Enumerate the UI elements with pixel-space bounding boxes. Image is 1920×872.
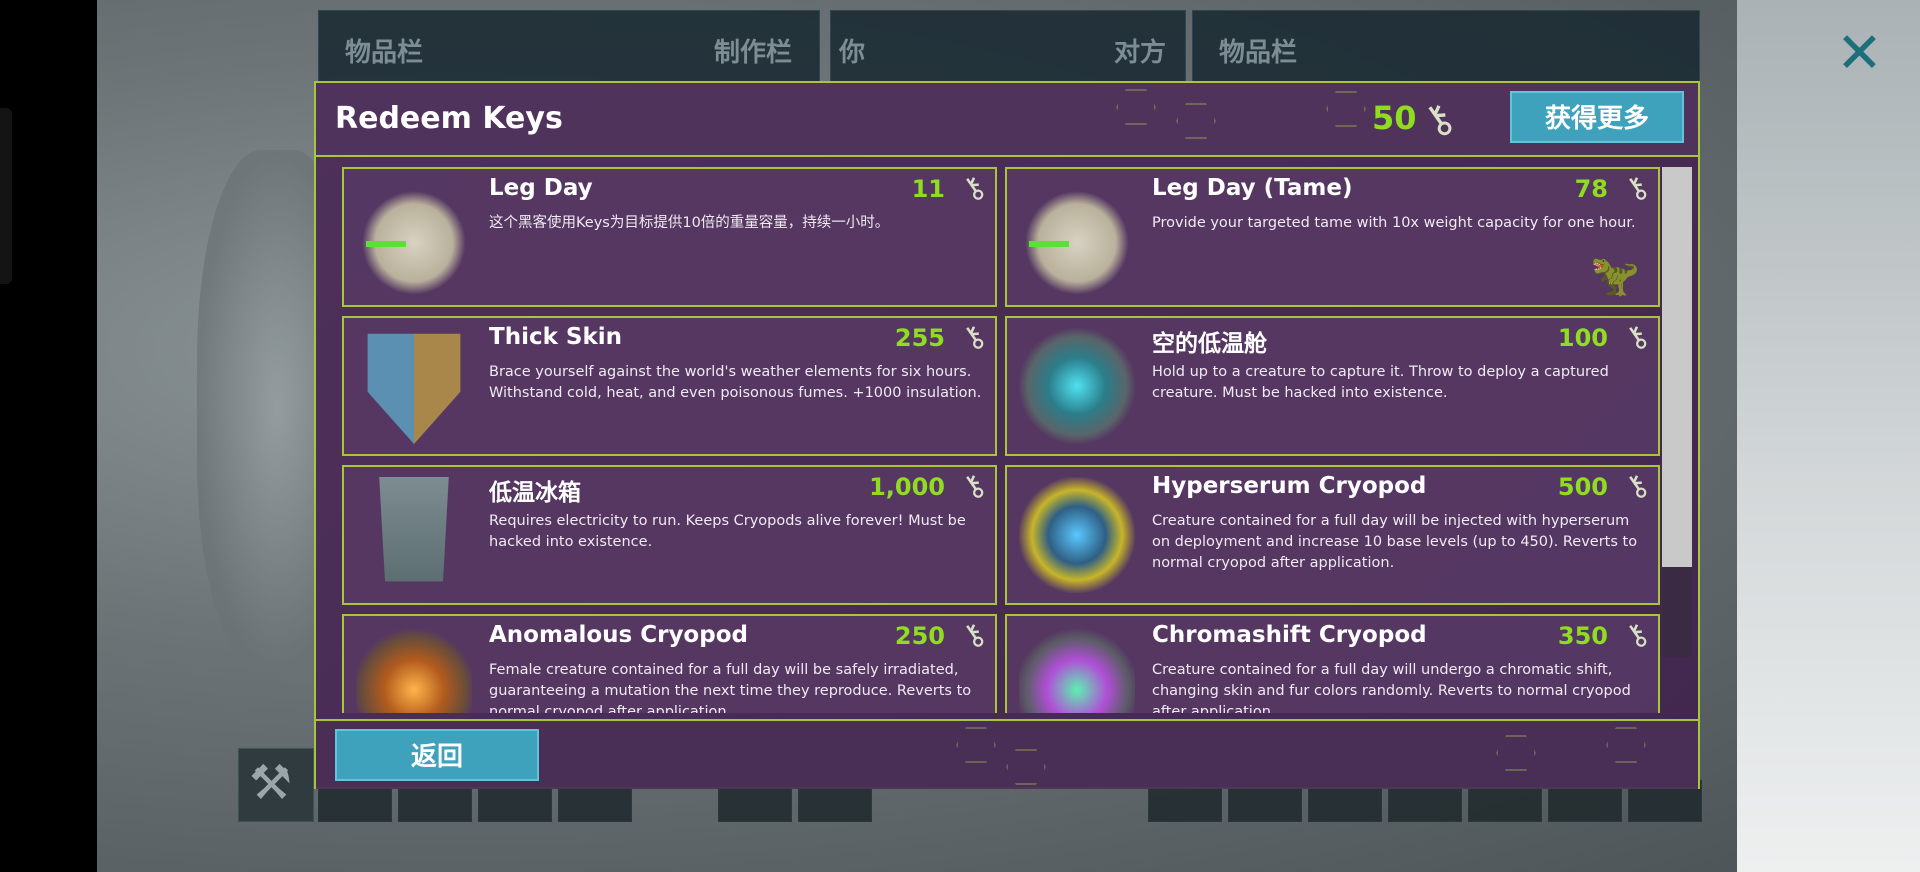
tools-icon: ⚒ xyxy=(249,755,293,811)
redeem-item-card[interactable]: Leg Day 11 ⚷ 这个黑客使用Keys为目标提供10倍的重量容量，持续一… xyxy=(342,167,997,307)
hex-decoration xyxy=(1496,735,1536,771)
redeem-item-card[interactable]: Anomalous Cryopod 250 ⚷ Female creature … xyxy=(342,614,997,713)
key-icon: ⚷ xyxy=(954,167,994,210)
item-description: Requires electricity to run. Keeps Cryop… xyxy=(489,513,966,550)
item-name: Anomalous Cryopod xyxy=(489,622,748,648)
tab-crafting-label: 制作栏 xyxy=(714,38,793,68)
hex-decoration xyxy=(1326,91,1366,127)
item-name: Hyperserum Cryopod xyxy=(1152,473,1427,499)
redeem-item-card[interactable]: Hyperserum Cryopod 500 ⚷ Creature contai… xyxy=(1005,465,1660,605)
item-description: Creature contained for a full day will u… xyxy=(1152,662,1631,713)
redeem-keys-dialog: Redeem Keys 50 ⚷ 获得更多 Leg Day 11 ⚷ 这个黑客使… xyxy=(314,81,1700,789)
hex-decoration xyxy=(1006,749,1046,785)
scrollbar[interactable] xyxy=(1662,167,1692,657)
item-cost: 11 xyxy=(911,175,945,203)
hex-decoration xyxy=(1606,727,1646,763)
item-description: Creature contained for a full day will b… xyxy=(1152,513,1638,571)
snowy-trees-background xyxy=(1737,0,1920,872)
item-cost: 100 xyxy=(1557,324,1608,352)
hex-decoration xyxy=(1116,89,1156,125)
tab-other-label: 对方 xyxy=(1114,38,1167,68)
item-description: Female creature contained for a full day… xyxy=(489,662,972,713)
hyperserum-cryopod-icon xyxy=(1019,477,1135,593)
redeem-item-card[interactable]: Chromashift Cryopod 350 ⚷ Creature conta… xyxy=(1005,614,1660,713)
tab-inventory-crafting[interactable]: 物品栏 制作栏 xyxy=(318,10,820,84)
crafting-tools-button[interactable]: ⚒ xyxy=(238,748,314,822)
item-name: 低温冰箱 xyxy=(489,480,581,506)
tame-dino-icon: 🦖 xyxy=(1590,253,1640,299)
item-cost: 78 xyxy=(1574,175,1608,203)
hex-decoration xyxy=(956,727,996,763)
cryofridge-icon xyxy=(379,477,449,582)
item-name: 空的低温舱 xyxy=(1152,331,1267,357)
key-icon: ⚷ xyxy=(954,316,994,359)
tab-inventory-right-label: 物品栏 xyxy=(1219,38,1298,68)
redeem-item-card[interactable]: 空的低温舱 100 ⚷ Hold up to a creature to cap… xyxy=(1005,316,1660,456)
close-icon[interactable]: ✕ xyxy=(1836,26,1883,82)
redeem-item-list[interactable]: Leg Day 11 ⚷ 这个黑客使用Keys为目标提供10倍的重量容量，持续一… xyxy=(330,165,1670,713)
tab-you-label: 你 xyxy=(839,38,866,68)
back-button[interactable]: 返回 xyxy=(335,729,539,781)
item-name: Thick Skin xyxy=(489,324,623,350)
item-description: Brace yourself against the world's weath… xyxy=(489,364,982,401)
dialog-footer: 返回 xyxy=(316,719,1698,789)
item-description: Hold up to a creature to capture it. Thr… xyxy=(1152,364,1609,401)
leg-day-icon xyxy=(1019,179,1135,295)
item-name: Leg Day (Tame) xyxy=(1152,175,1353,201)
chromashift-cryopod-icon xyxy=(1019,626,1135,713)
key-icon: ⚷ xyxy=(1617,614,1657,657)
item-name: Chromashift Cryopod xyxy=(1152,622,1427,648)
key-balance: 50 xyxy=(1372,99,1417,137)
key-icon: ⚷ xyxy=(954,465,994,508)
get-more-button[interactable]: 获得更多 xyxy=(1510,91,1684,143)
cryopod-icon xyxy=(1019,328,1135,444)
redeem-item-card[interactable]: Leg Day (Tame) 78 ⚷ Provide your targete… xyxy=(1005,167,1660,307)
scrollbar-thumb[interactable] xyxy=(1662,167,1692,567)
dialog-title: Redeem Keys xyxy=(335,101,563,136)
key-icon: ⚷ xyxy=(1617,167,1657,210)
key-icon: ⚷ xyxy=(1617,465,1657,508)
hex-decoration xyxy=(1176,103,1216,139)
item-description: 这个黑客使用Keys为目标提供10倍的重量容量，持续一小时。 xyxy=(489,215,890,231)
device-edge xyxy=(0,108,12,284)
item-cost: 255 xyxy=(894,324,945,352)
tab-inventory-left-label: 物品栏 xyxy=(345,38,424,68)
item-cost: 500 xyxy=(1557,473,1608,501)
shield-icon xyxy=(367,333,461,444)
item-cost: 350 xyxy=(1557,622,1608,650)
item-name: Leg Day xyxy=(489,175,593,201)
leg-day-icon xyxy=(356,179,472,295)
redeem-item-card[interactable]: Thick Skin 255 ⚷ Brace yourself against … xyxy=(342,316,997,456)
redeem-item-card[interactable]: 低温冰箱 1,000 ⚷ Requires electricity to run… xyxy=(342,465,997,605)
item-cost: 250 xyxy=(894,622,945,650)
item-cost: 1,000 xyxy=(869,473,945,501)
dialog-header: Redeem Keys 50 ⚷ 获得更多 xyxy=(316,83,1698,157)
anomalous-cryopod-icon xyxy=(356,626,472,713)
key-icon: ⚷ xyxy=(954,614,994,657)
key-icon: ⚷ xyxy=(1617,316,1657,359)
key-icon: ⚷ xyxy=(1413,92,1464,148)
item-description: Provide your targeted tame with 10x weig… xyxy=(1152,215,1636,231)
tab-transfer[interactable]: 你 对方 xyxy=(830,10,1186,84)
tab-inventory-right[interactable]: 物品栏 xyxy=(1192,10,1700,84)
